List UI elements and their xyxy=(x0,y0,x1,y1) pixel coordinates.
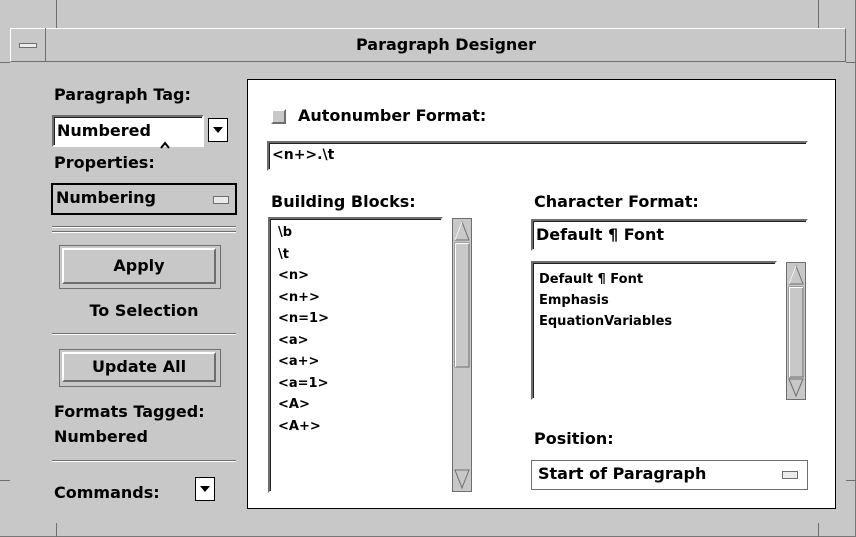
option-menu-indicator-icon xyxy=(213,196,229,204)
character-format-scrollbar[interactable] xyxy=(786,262,806,400)
position-value: Start of Paragraph xyxy=(538,464,707,483)
frame-resize-notch xyxy=(846,62,856,63)
to-selection-label: To Selection xyxy=(89,301,199,320)
frame-resize-notch xyxy=(818,0,819,28)
properties-label: Properties: xyxy=(54,153,155,172)
frame-resize-notch xyxy=(818,523,819,537)
building-block-item[interactable]: <a> xyxy=(270,330,441,352)
building-block-item[interactable]: <A+> xyxy=(270,416,441,438)
character-format-item[interactable]: Default ¶ Font xyxy=(533,269,775,290)
formats-tagged-value: Numbered xyxy=(54,427,148,446)
paragraph-tag-label: Paragraph Tag: xyxy=(54,85,191,104)
frame-resize-notch xyxy=(0,480,10,481)
chevron-down-icon xyxy=(200,485,210,492)
character-format-value: Default ¶ Font xyxy=(536,225,665,244)
separator xyxy=(52,460,236,462)
building-block-item[interactable]: <a=1> xyxy=(270,373,441,395)
update-all-button-frame: Update All xyxy=(59,349,221,387)
building-block-item[interactable]: \b xyxy=(270,222,441,244)
building-block-item[interactable]: <n> xyxy=(270,265,441,287)
window-menu-icon xyxy=(18,42,37,48)
option-menu-indicator-icon xyxy=(782,471,798,479)
building-block-item[interactable]: <a+> xyxy=(270,351,441,373)
paragraph-tag-field[interactable]: Numbered xyxy=(52,115,204,147)
formats-tagged-label: Formats Tagged: xyxy=(54,402,205,421)
building-block-item[interactable]: <n+> xyxy=(270,287,441,309)
building-blocks-items: \b \t <n> <n+> <n=1> <a> <a+> <a=1> <A> <A+> xyxy=(270,219,441,437)
text-cursor-icon xyxy=(160,134,170,149)
paragraph-tag-value: Numbered xyxy=(57,121,151,140)
properties-value: Numbering xyxy=(56,188,156,207)
commands-dropdown-button[interactable] xyxy=(195,477,215,501)
character-format-list[interactable]: Default ¶ Font Emphasis EquationVariables xyxy=(531,261,777,400)
properties-option-menu[interactable]: Numbering xyxy=(51,183,237,215)
autonumber-format-label: Autonumber Format: xyxy=(298,106,487,125)
frame-resize-notch xyxy=(846,480,856,481)
window-menu-button[interactable] xyxy=(10,28,46,62)
update-all-button[interactable]: Update All xyxy=(62,352,216,382)
building-blocks-scrollbar[interactable] xyxy=(452,218,472,492)
frame-resize-notch xyxy=(56,0,57,28)
apply-button-frame: Apply xyxy=(59,245,221,289)
window-title: Paragraph Designer xyxy=(355,35,537,54)
separator xyxy=(52,231,236,233)
position-option-menu[interactable]: Start of Paragraph xyxy=(531,460,808,490)
building-blocks-list[interactable]: \b \t <n> <n+> <n=1> <a> <a+> <a=1> <A> <A+> xyxy=(268,217,443,493)
building-block-item[interactable]: <A> xyxy=(270,394,441,416)
character-format-items: Default ¶ Font Emphasis EquationVariables xyxy=(533,263,775,332)
building-block-item[interactable]: \t xyxy=(270,244,441,266)
character-format-item[interactable]: Emphasis xyxy=(533,290,775,311)
autonumber-checkbox[interactable] xyxy=(271,109,286,124)
character-format-label: Character Format: xyxy=(534,192,699,211)
position-label: Position: xyxy=(534,429,614,448)
building-blocks-label: Building Blocks: xyxy=(271,192,416,211)
commands-label: Commands: xyxy=(54,483,160,502)
frame-resize-notch xyxy=(0,62,10,63)
paragraph-tag-dropdown-button[interactable] xyxy=(208,118,228,142)
character-format-input[interactable]: Default ¶ Font xyxy=(531,219,808,251)
chevron-down-icon xyxy=(213,126,223,133)
frame-resize-notch xyxy=(56,523,57,537)
character-format-item[interactable]: EquationVariables xyxy=(533,311,775,332)
building-block-item[interactable]: <n=1> xyxy=(270,308,441,330)
apply-button[interactable]: Apply xyxy=(62,248,216,284)
separator xyxy=(52,226,236,228)
autonumber-format-value: <n+>.\t xyxy=(272,147,335,163)
separator xyxy=(52,333,236,335)
autonumber-format-input[interactable]: <n+>.\t xyxy=(267,141,808,171)
